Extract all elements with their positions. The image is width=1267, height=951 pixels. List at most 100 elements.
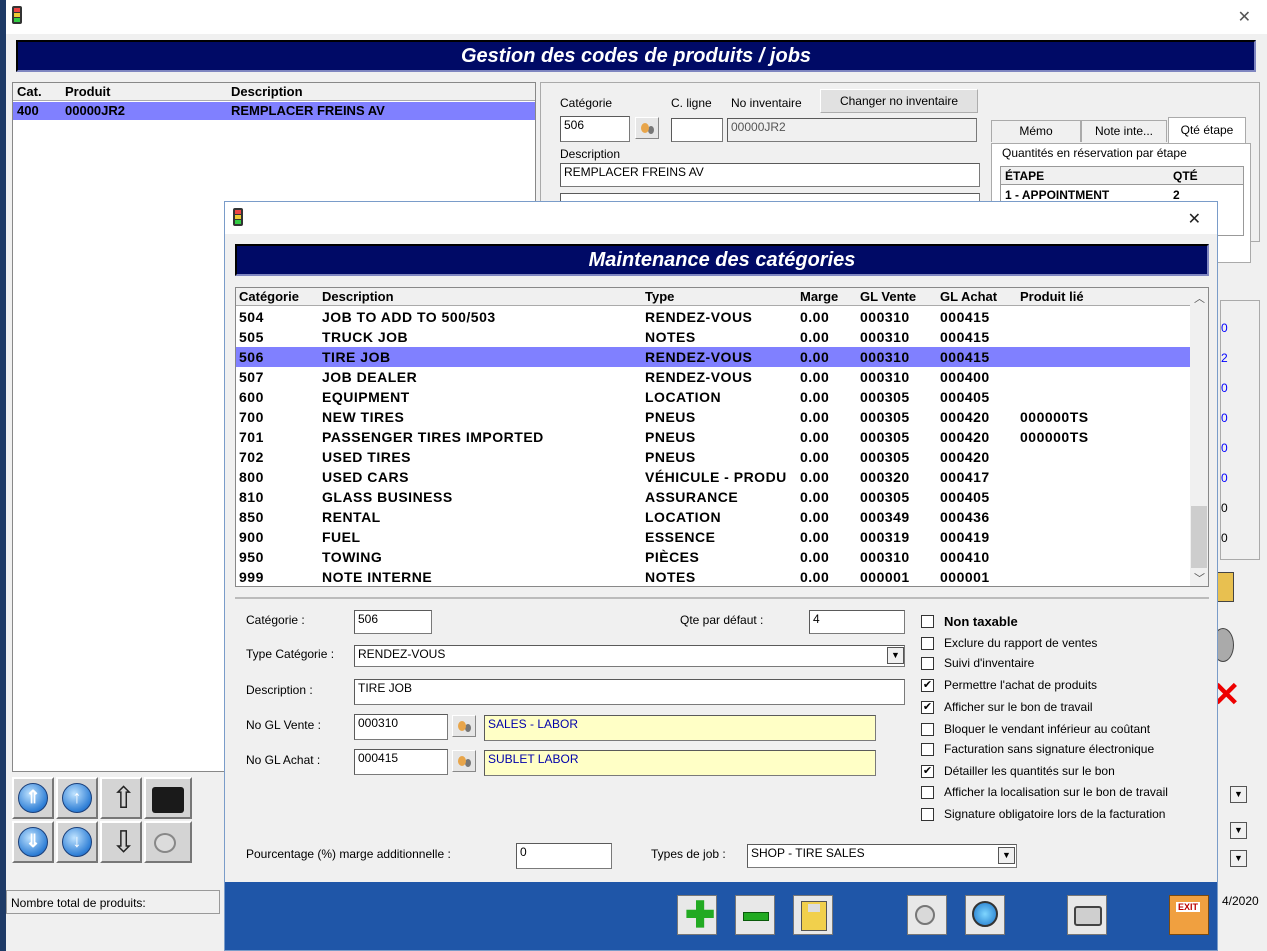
table-row[interactable]: 810 GLASS BUSINESS ASSURANCE 0.00 000305 0004… bbox=[236, 487, 1190, 507]
checkbox-label[interactable]: Permettre l'achat de produits bbox=[944, 678, 1097, 692]
header-produit[interactable]: Produit bbox=[65, 84, 111, 99]
marge-field[interactable]: 0 bbox=[516, 843, 612, 869]
header-description[interactable]: Description bbox=[231, 84, 303, 99]
types-job-dropdown-icon[interactable]: ▼ bbox=[998, 847, 1015, 864]
exit-button[interactable]: EXIT bbox=[1169, 895, 1209, 935]
main-description-field[interactable]: REMPLACER FREINS AV bbox=[560, 163, 980, 187]
save-button[interactable] bbox=[793, 895, 833, 935]
types-job-select[interactable]: SHOP - TIRE SALES bbox=[747, 844, 1017, 868]
checkbox-label[interactable]: Bloquer le vendant inférieur au coûtant bbox=[944, 722, 1150, 736]
checkbox[interactable] bbox=[921, 657, 934, 670]
form-description-field[interactable]: TIRE JOB bbox=[354, 679, 905, 705]
move-down-button[interactable]: ⇩ bbox=[100, 821, 142, 863]
nav-first-button[interactable]: ⇑ bbox=[12, 777, 54, 819]
table-row[interactable]: 600 EQUIPMENT LOCATION 0.00 000305 000405 bbox=[236, 387, 1190, 407]
form-categorie-field[interactable]: 506 bbox=[354, 610, 432, 634]
nav-down-button[interactable]: ↓ bbox=[56, 821, 98, 863]
cell-gl-vente: 000305 bbox=[860, 409, 910, 425]
checkbox[interactable]: ✔ bbox=[921, 679, 934, 692]
table-row[interactable]: 702 USED TIRES PNEUS 0.00 000305 000420 bbox=[236, 447, 1190, 467]
checkbox-label[interactable]: Afficher sur le bon de travail bbox=[944, 700, 1093, 714]
tab-qte-etape[interactable]: Qté étape bbox=[1168, 117, 1246, 143]
remove-button[interactable] bbox=[735, 895, 775, 935]
col-description[interactable]: Description bbox=[322, 289, 394, 304]
checkbox[interactable] bbox=[921, 637, 934, 650]
col-categorie[interactable]: Catégorie bbox=[239, 289, 299, 304]
col-marge[interactable]: Marge bbox=[800, 289, 838, 304]
tab-note-interne[interactable]: Note inte... bbox=[1081, 120, 1167, 142]
gl-vente-lookup-button[interactable] bbox=[452, 715, 476, 737]
form-qte-field[interactable]: 4 bbox=[809, 610, 905, 634]
scroll-down-icon[interactable]: ﹀ bbox=[1194, 570, 1205, 586]
table-row[interactable]: 999 NOTE INTERNE NOTES 0.00 000001 000001 bbox=[236, 567, 1190, 586]
tab-memo[interactable]: Mémo bbox=[991, 120, 1081, 142]
side-dropdown-3[interactable]: ▼ bbox=[1230, 850, 1247, 867]
table-row[interactable]: 507 JOB DEALER RENDEZ-VOUS 0.00 000310 000400 bbox=[236, 367, 1190, 387]
cell-type: ASSURANCE bbox=[645, 489, 739, 505]
header-cat[interactable]: Cat. bbox=[17, 84, 42, 99]
checkbox[interactable] bbox=[921, 743, 934, 756]
form-type-dropdown-icon[interactable]: ▼ bbox=[887, 647, 904, 664]
print-icon bbox=[1074, 906, 1102, 926]
checkbox-label[interactable]: Facturation sans signature électronique bbox=[944, 742, 1154, 756]
table-row[interactable]: 800 USED CARS VÉHICULE - PRODU 0.00 000320 00… bbox=[236, 467, 1190, 487]
gl-achat-field[interactable]: 000415 bbox=[354, 749, 448, 775]
zoom-button[interactable] bbox=[965, 895, 1005, 935]
checkbox-label[interactable]: Exclure du rapport de ventes bbox=[944, 636, 1097, 650]
grid-scrollbar[interactable]: ︿ ﹀ bbox=[1190, 288, 1208, 586]
add-button[interactable]: ✚ bbox=[677, 895, 717, 935]
gl-vente-field[interactable]: 000310 bbox=[354, 714, 448, 740]
checkbox-label[interactable]: Non taxable bbox=[944, 614, 1018, 629]
find-button[interactable] bbox=[144, 821, 192, 863]
form-qte-label: Qte par défaut : bbox=[680, 613, 764, 627]
gl-achat-label: No GL Achat : bbox=[246, 753, 321, 767]
cell-gl-vente: 000305 bbox=[860, 429, 910, 445]
table-row[interactable]: 505 TRUCK JOB NOTES 0.00 000310 000415 bbox=[236, 327, 1190, 347]
scroll-up-icon[interactable]: ︿ bbox=[1194, 290, 1205, 306]
side-dropdown-2[interactable]: ▼ bbox=[1230, 822, 1247, 839]
checkbox[interactable]: ✔ bbox=[921, 701, 934, 714]
etape-header: ÉTAPE QTÉ bbox=[1001, 167, 1243, 185]
table-row[interactable]: 950 TOWING PIÈCES 0.00 000310 000410 bbox=[236, 547, 1190, 567]
main-categorie-field[interactable]: 506 bbox=[560, 116, 630, 142]
col-gl-vente[interactable]: GL Vente bbox=[860, 289, 916, 304]
checkbox[interactable] bbox=[921, 615, 934, 628]
side-dropdown-1[interactable]: ▼ bbox=[1230, 786, 1247, 803]
checkbox[interactable] bbox=[921, 808, 934, 821]
table-row[interactable]: 700 NEW TIRES PNEUS 0.00 000305 000420 000000T… bbox=[236, 407, 1190, 427]
checkbox[interactable]: ✔ bbox=[921, 765, 934, 778]
dialog-close-icon[interactable]: ✕ bbox=[1188, 209, 1201, 229]
cell-description: USED CARS bbox=[322, 469, 409, 485]
main-c-ligne-field[interactable] bbox=[671, 118, 723, 142]
table-row[interactable]: 701 PASSENGER TIRES IMPORTED PNEUS 0.00 0003… bbox=[236, 427, 1190, 447]
scroll-thumb[interactable] bbox=[1191, 506, 1207, 568]
checkbox-label[interactable]: Afficher la localisation sur le bon de t… bbox=[944, 785, 1168, 799]
search-button[interactable] bbox=[907, 895, 947, 935]
main-categorie-lookup-button[interactable] bbox=[635, 117, 659, 139]
briefcase-button[interactable] bbox=[144, 777, 192, 819]
product-row[interactable]: 400 00000JR2 REMPLACER FREINS AV bbox=[13, 102, 535, 120]
checkbox-label[interactable]: Signature obligatoire lors de la factura… bbox=[944, 807, 1165, 821]
table-row[interactable]: 506 TIRE JOB RENDEZ-VOUS 0.00 000310 000415 bbox=[236, 347, 1190, 367]
nav-up-button[interactable]: ↑ bbox=[56, 777, 98, 819]
print-button[interactable] bbox=[1067, 895, 1107, 935]
checkbox-label[interactable]: Suivi d'inventaire bbox=[944, 656, 1034, 670]
table-row[interactable]: 504 JOB TO ADD TO 500/503 RENDEZ-VOUS 0.00 0… bbox=[236, 307, 1190, 327]
col-type[interactable]: Type bbox=[645, 289, 674, 304]
categories-grid[interactable]: Catégorie Description Type Marge GL Vent… bbox=[235, 287, 1209, 587]
main-close-icon[interactable]: ✕ bbox=[1238, 7, 1251, 27]
col-gl-achat[interactable]: GL Achat bbox=[940, 289, 997, 304]
move-up-button[interactable]: ⇧ bbox=[100, 777, 142, 819]
dialog-banner: Maintenance des catégories bbox=[235, 244, 1209, 276]
checkbox[interactable] bbox=[921, 786, 934, 799]
gl-achat-lookup-button[interactable] bbox=[452, 750, 476, 772]
nav-last-button[interactable]: ⇓ bbox=[12, 821, 54, 863]
table-row[interactable]: 850 RENTAL LOCATION 0.00 000349 000436 bbox=[236, 507, 1190, 527]
col-produit-lie[interactable]: Produit lié bbox=[1020, 289, 1084, 304]
changer-inventaire-button[interactable]: Changer no inventaire bbox=[820, 89, 978, 113]
table-row[interactable]: 900 FUEL ESSENCE 0.00 000319 000419 bbox=[236, 527, 1190, 547]
checkbox-label[interactable]: Détailler les quantités sur le bon bbox=[944, 764, 1115, 778]
form-type-select[interactable]: RENDEZ-VOUS bbox=[354, 645, 905, 667]
main-no-inventaire-field[interactable]: 00000JR2 bbox=[727, 118, 977, 142]
checkbox[interactable] bbox=[921, 723, 934, 736]
